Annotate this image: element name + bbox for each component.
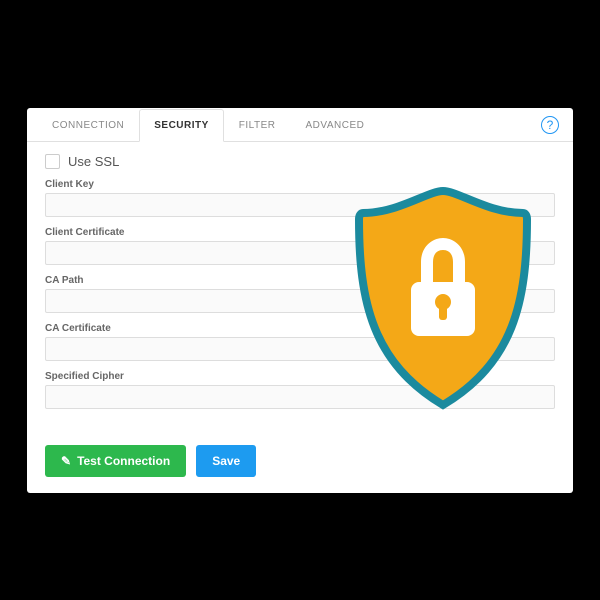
client-certificate-input[interactable] <box>45 241 555 265</box>
client-key-field: Client Key <box>45 179 555 217</box>
tab-filter[interactable]: FILTER <box>224 109 291 142</box>
test-connection-button[interactable]: ✎ Test Connection <box>45 445 186 477</box>
client-key-input[interactable] <box>45 193 555 217</box>
ca-path-input[interactable] <box>45 289 555 313</box>
ca-certificate-field: CA Certificate <box>45 323 555 361</box>
specified-cipher-field: Specified Cipher <box>45 371 555 409</box>
pencil-icon: ✎ <box>61 454 71 468</box>
help-icon[interactable]: ? <box>541 116 559 134</box>
use-ssl-row: Use SSL <box>45 154 555 169</box>
security-settings-panel: CONNECTION SECURITY FILTER ADVANCED ? Us… <box>27 108 573 493</box>
ca-path-field: CA Path <box>45 275 555 313</box>
tab-security[interactable]: SECURITY <box>139 109 224 142</box>
tab-content: Use SSL Client Key Client Certificate CA… <box>27 142 573 435</box>
client-certificate-field: Client Certificate <box>45 227 555 265</box>
ca-certificate-input[interactable] <box>45 337 555 361</box>
use-ssl-checkbox[interactable] <box>45 154 60 169</box>
client-certificate-label: Client Certificate <box>45 227 555 238</box>
use-ssl-label: Use SSL <box>68 154 119 169</box>
action-buttons: ✎ Test Connection Save <box>27 435 573 493</box>
ca-certificate-label: CA Certificate <box>45 323 555 334</box>
tab-advanced[interactable]: ADVANCED <box>291 109 380 142</box>
test-connection-label: Test Connection <box>77 454 170 468</box>
save-label: Save <box>212 454 240 468</box>
tab-connection[interactable]: CONNECTION <box>37 109 139 142</box>
ca-path-label: CA Path <box>45 275 555 286</box>
specified-cipher-input[interactable] <box>45 385 555 409</box>
tab-bar: CONNECTION SECURITY FILTER ADVANCED ? <box>27 108 573 142</box>
specified-cipher-label: Specified Cipher <box>45 371 555 382</box>
save-button[interactable]: Save <box>196 445 256 477</box>
client-key-label: Client Key <box>45 179 555 190</box>
